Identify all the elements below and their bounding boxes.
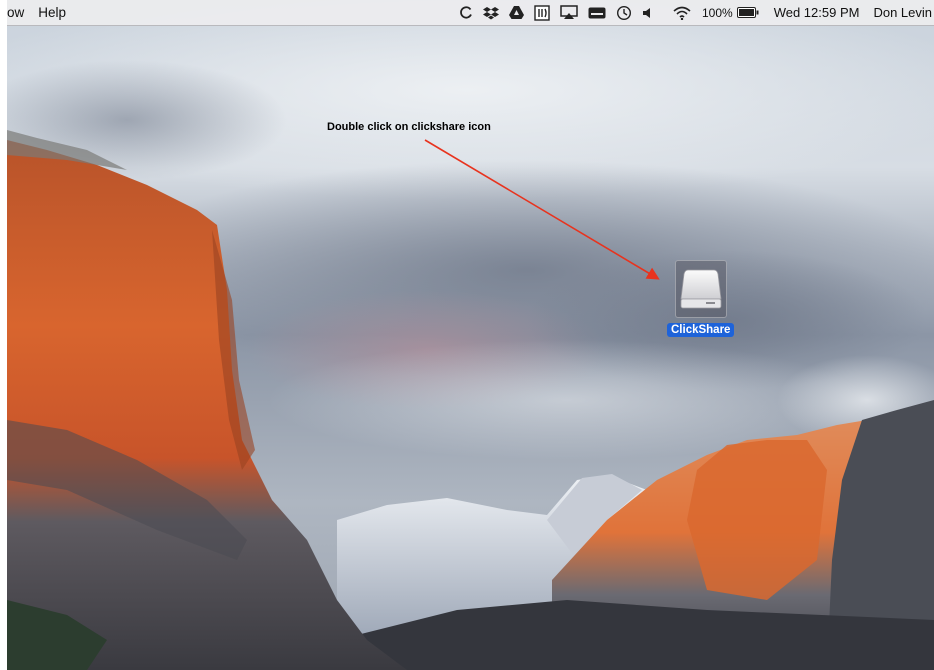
- clickshare-drive-icon[interactable]: ClickShare: [667, 258, 735, 338]
- desktop-wallpaper: [7, 0, 934, 670]
- wifi-icon[interactable]: [673, 0, 691, 25]
- desktop[interactable]: ow Help 100% Wed 12:59 PM Don Levin Doub…: [7, 0, 934, 670]
- battery-percent[interactable]: 100%: [702, 6, 733, 20]
- sync-icon[interactable]: [459, 0, 473, 25]
- time-machine-icon[interactable]: [616, 0, 632, 25]
- menu-help[interactable]: Help: [38, 5, 74, 20]
- user-name[interactable]: Don Levin: [873, 5, 932, 20]
- airplay-icon[interactable]: [560, 0, 578, 25]
- app-icon[interactable]: [534, 0, 550, 25]
- status-area: 100% Wed 12:59 PM Don Levin: [454, 0, 932, 25]
- menu-window[interactable]: ow: [7, 5, 32, 20]
- external-drive-icon: [680, 269, 722, 309]
- keyboard-icon[interactable]: [588, 0, 606, 25]
- drive-label[interactable]: ClickShare: [667, 323, 735, 337]
- clock[interactable]: Wed 12:59 PM: [774, 5, 860, 20]
- google-drive-icon[interactable]: [508, 0, 524, 25]
- app-menus: ow Help: [7, 0, 80, 25]
- annotation-text: Double click on clickshare icon: [327, 121, 491, 133]
- drive-icon-selection: [675, 260, 727, 318]
- menu-bar: ow Help 100% Wed 12:59 PM Don Levin: [7, 0, 934, 26]
- dropbox-icon[interactable]: [482, 0, 499, 25]
- volume-icon[interactable]: [642, 0, 654, 25]
- battery-icon[interactable]: [736, 0, 759, 25]
